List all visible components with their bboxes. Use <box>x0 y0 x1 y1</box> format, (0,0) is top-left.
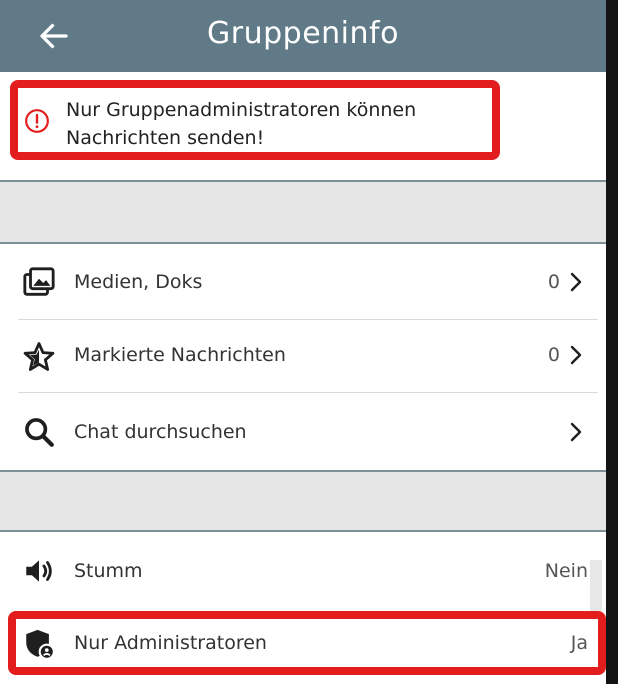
row-mute[interactable]: Stumm Nein <box>0 532 606 610</box>
group-info-screen: Gruppeninfo Nur Gruppenadministratoren k… <box>0 0 618 684</box>
row-count: 0 <box>547 271 560 293</box>
chevron-right-icon <box>570 272 582 292</box>
star-icon <box>23 342 55 371</box>
row-label: Stumm <box>74 560 143 582</box>
row-label: Medien, Doks <box>74 271 203 293</box>
row-label: Chat durchsuchen <box>74 421 247 443</box>
screen-edge <box>606 0 618 684</box>
section-spacer <box>0 182 606 242</box>
row-media-docs[interactable]: Medien, Doks 0 <box>0 244 606 319</box>
search-icon <box>25 418 54 447</box>
section-spacer <box>0 472 606 530</box>
banner-highlight-box <box>10 80 500 160</box>
row-label: Markierte Nachrichten <box>74 344 286 366</box>
scrollbar[interactable] <box>590 560 602 612</box>
chevron-right-icon <box>570 345 582 365</box>
app-header: Gruppeninfo <box>0 0 606 72</box>
admins-only-highlight-box <box>8 611 606 675</box>
row-count: 0 <box>547 344 560 366</box>
row-search-chat[interactable]: Chat durchsuchen <box>0 393 606 470</box>
row-value: Nein <box>544 560 588 582</box>
speaker-mute-icon <box>26 560 52 582</box>
chevron-right-icon <box>570 422 582 442</box>
page-title: Gruppeninfo <box>207 16 399 51</box>
media-gallery-icon <box>23 267 55 296</box>
row-starred-messages[interactable]: Markierte Nachrichten 0 <box>0 320 606 392</box>
